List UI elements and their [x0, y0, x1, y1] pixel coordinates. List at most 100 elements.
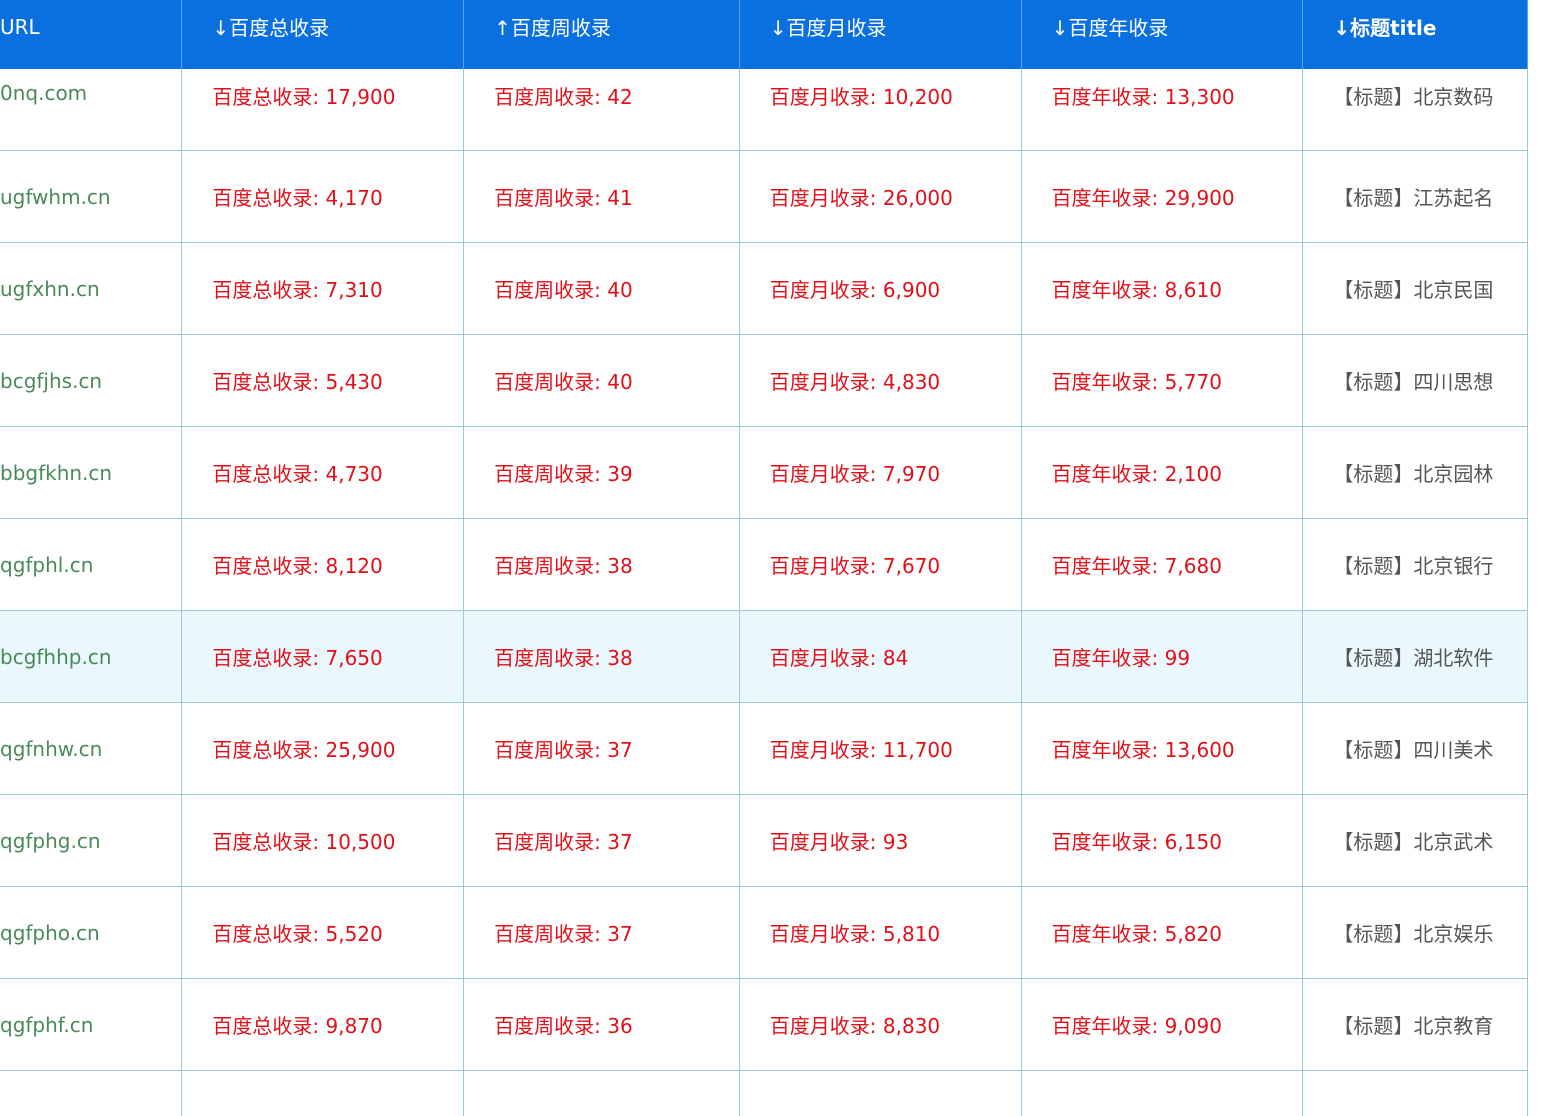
year-index-cell: 百度年收录: 8,610 [1021, 242, 1304, 335]
url-cell: 0nq.com [0, 69, 183, 151]
week-index-cell: 百度周收录: 37 [463, 702, 740, 795]
column-header-url[interactable]: URL [0, 0, 183, 69]
column-header-title[interactable]: ↓标题title [1302, 0, 1528, 69]
week-index-cell: 百度周收录: 38 [463, 518, 740, 611]
table-row: qgfphl.cn 百度总收录: 8,120 百度周收录: 38 百度月收录: 7,6… [0, 518, 1528, 611]
table-row: rgfohl.cn百度总收录: 6,360百度周收录: 36百度月收录: 7,7… [0, 1070, 1528, 1116]
month-index-cell: 百度月收录: 26,000 [739, 150, 1022, 243]
month-index-cell: 百度月收录: 6,900 [739, 242, 1022, 335]
header-row: URL ↓百度总收录 ↑百度周收录 ↓百度月收录 ↓百度年收录 ↓标题title [0, 0, 1528, 69]
month-index-cell: 百度月收录: 8,830 [739, 978, 1022, 1071]
year-index-cell: 百度年收录: 5,770 [1021, 334, 1304, 427]
table-row: qgfphf.cn 百度总收录: 9,870 百度周收录: 36 百度月收录: 8,8… [0, 978, 1528, 1071]
url-link[interactable]: ugfwhm.cn [0, 185, 111, 209]
week-index-cell: 百度周收录: 40 [463, 334, 740, 427]
url-cell: qgfphf.cn [0, 978, 183, 1071]
title-cell: 【标题】北京民国 [1302, 242, 1528, 335]
table-row: qgfphg.cn 百度总收录: 10,500 百度周收录: 37 百度月收录: 93… [0, 794, 1528, 887]
month-index-cell: 百度月收录: 93 [739, 794, 1022, 887]
title-cell: 【标题】湖北软件 [1302, 610, 1528, 703]
url-cell: ugfxhn.cn [0, 242, 183, 335]
total-index-cell: 百度总收录: 9,870 [181, 978, 465, 1071]
week-index-cell: 百度周收录: 41 [463, 150, 740, 243]
total-index-cell: 百度总收录: 7,310 [181, 242, 465, 335]
title-cell: 【标题】四川思想 [1302, 334, 1528, 427]
url-link[interactable]: ugfxhn.cn [0, 277, 100, 301]
year-index-cell: 百度年收录: 7,680 [1021, 518, 1304, 611]
title-cell: 【标题】北京数码 [1302, 69, 1528, 151]
url-cell: bcgfhhp.cn [0, 610, 183, 703]
url-link[interactable]: qgfphg.cn [0, 829, 101, 853]
url-link[interactable]: qgfnhw.cn [0, 737, 102, 761]
title-cell: 【标题】湖北思想 [1302, 1070, 1528, 1116]
title-cell: 【标题】北京银行 [1302, 518, 1528, 611]
table-row: 0nq.com 百度总收录: 17,900 百度周收录: 42 百度月收录: 10,2… [0, 69, 1528, 151]
month-index-cell: 百度月收录: 7,670 [739, 518, 1022, 611]
week-index-cell: 百度周收录: 36 [463, 1070, 740, 1116]
url-cell: qgfpho.cn [0, 886, 183, 979]
title-cell: 【标题】北京娱乐 [1302, 886, 1528, 979]
table-row: ugfxhn.cn 百度总收录: 7,310 百度周收录: 40 百度月收录: 6,9… [0, 242, 1528, 335]
url-cell: ugfwhm.cn [0, 150, 183, 243]
week-index-cell: 百度周收录: 40 [463, 242, 740, 335]
week-index-cell: 百度周收录: 39 [463, 426, 740, 519]
total-index-cell: 百度总收录: 7,650 [181, 610, 465, 703]
year-index-cell: 百度年收录: 99 [1021, 610, 1304, 703]
ranking-table: URL ↓百度总收录 ↑百度周收录 ↓百度月收录 ↓百度年收录 ↓标题title… [0, 0, 1528, 1116]
week-index-cell: 百度周收录: 37 [463, 794, 740, 887]
title-cell: 【标题】北京武术 [1302, 794, 1528, 887]
table-header: URL ↓百度总收录 ↑百度周收录 ↓百度月收录 ↓百度年收录 ↓标题title [0, 0, 1528, 69]
url-link[interactable]: bbgfkhn.cn [0, 461, 112, 485]
table-row: bcgfjhs.cn 百度总收录: 5,430 百度周收录: 40 百度月收录: 4,… [0, 334, 1528, 427]
month-index-cell: 百度月收录: 5,810 [739, 886, 1022, 979]
week-index-cell: 百度周收录: 42 [463, 69, 740, 151]
month-index-cell: 百度月收录: 10,200 [739, 69, 1022, 151]
url-cell: bcgfjhs.cn [0, 334, 183, 427]
total-index-cell: 百度总收录: 25,900 [181, 702, 465, 795]
week-index-cell: 百度周收录: 36 [463, 978, 740, 1071]
month-index-cell: 百度月收录: 7,970 [739, 426, 1022, 519]
year-index-cell: 百度年收录: 3,980 [1021, 1070, 1304, 1116]
year-index-cell: 百度年收录: 6,150 [1021, 794, 1304, 887]
month-index-cell: 百度月收录: 7,750 [739, 1070, 1022, 1116]
table-row: ugfwhm.cn 百度总收录: 4,170 百度周收录: 41 百度月收录: 26,… [0, 150, 1528, 243]
year-index-cell: 百度年收录: 29,900 [1021, 150, 1304, 243]
total-index-cell: 百度总收录: 6,360 [181, 1070, 465, 1116]
url-link[interactable]: bcgfhhp.cn [0, 645, 112, 669]
year-index-cell: 百度年收录: 2,100 [1021, 426, 1304, 519]
url-link[interactable]: qgfpho.cn [0, 921, 100, 945]
column-header-month-index[interactable]: ↓百度月收录 [739, 0, 1022, 69]
total-index-cell: 百度总收录: 10,500 [181, 794, 465, 887]
column-header-week-index[interactable]: ↑百度周收录 [463, 0, 740, 69]
table-row: qgfnhw.cn 百度总收录: 25,900 百度周收录: 37 百度月收录: 11… [0, 702, 1528, 795]
table-row: bcgfhhp.cn 百度总收录: 7,650 百度周收录: 38 百度月收录: 84… [0, 610, 1528, 703]
week-index-cell: 百度周收录: 37 [463, 886, 740, 979]
column-header-total-index[interactable]: ↓百度总收录 [181, 0, 465, 69]
month-index-cell: 百度月收录: 84 [739, 610, 1022, 703]
table-row: qgfpho.cn 百度总收录: 5,520 百度周收录: 37 百度月收录: 5,8… [0, 886, 1528, 979]
url-cell: rgfohl.cn [0, 1070, 183, 1116]
title-cell: 【标题】四川美术 [1302, 702, 1528, 795]
url-cell: qgfphl.cn [0, 518, 183, 611]
table-row: bbgfkhn.cn 百度总收录: 4,730 百度周收录: 39 百度月收录: 7,… [0, 426, 1528, 519]
url-cell: bbgfkhn.cn [0, 426, 183, 519]
table-viewport: URL ↓百度总收录 ↑百度周收录 ↓百度月收录 ↓百度年收录 ↓标题title… [0, 0, 1556, 1116]
year-index-cell: 百度年收录: 13,300 [1021, 69, 1304, 151]
total-index-cell: 百度总收录: 4,730 [181, 426, 465, 519]
year-index-cell: 百度年收录: 13,600 [1021, 702, 1304, 795]
column-header-year-index[interactable]: ↓百度年收录 [1021, 0, 1304, 69]
total-index-cell: 百度总收录: 5,520 [181, 886, 465, 979]
month-index-cell: 百度月收录: 4,830 [739, 334, 1022, 427]
year-index-cell: 百度年收录: 5,820 [1021, 886, 1304, 979]
table-body: 0nq.com 百度总收录: 17,900 百度周收录: 42 百度月收录: 10,2… [0, 69, 1528, 1116]
total-index-cell: 百度总收录: 5,430 [181, 334, 465, 427]
week-index-cell: 百度周收录: 38 [463, 610, 740, 703]
title-cell: 【标题】北京教育 [1302, 978, 1528, 1071]
url-link[interactable]: 0nq.com [0, 81, 87, 105]
url-cell: qgfphg.cn [0, 794, 183, 887]
url-link[interactable]: qgfphf.cn [0, 1013, 93, 1037]
month-index-cell: 百度月收录: 11,700 [739, 702, 1022, 795]
url-link[interactable]: qgfphl.cn [0, 553, 93, 577]
url-cell: qgfnhw.cn [0, 702, 183, 795]
url-link[interactable]: bcgfjhs.cn [0, 369, 102, 393]
